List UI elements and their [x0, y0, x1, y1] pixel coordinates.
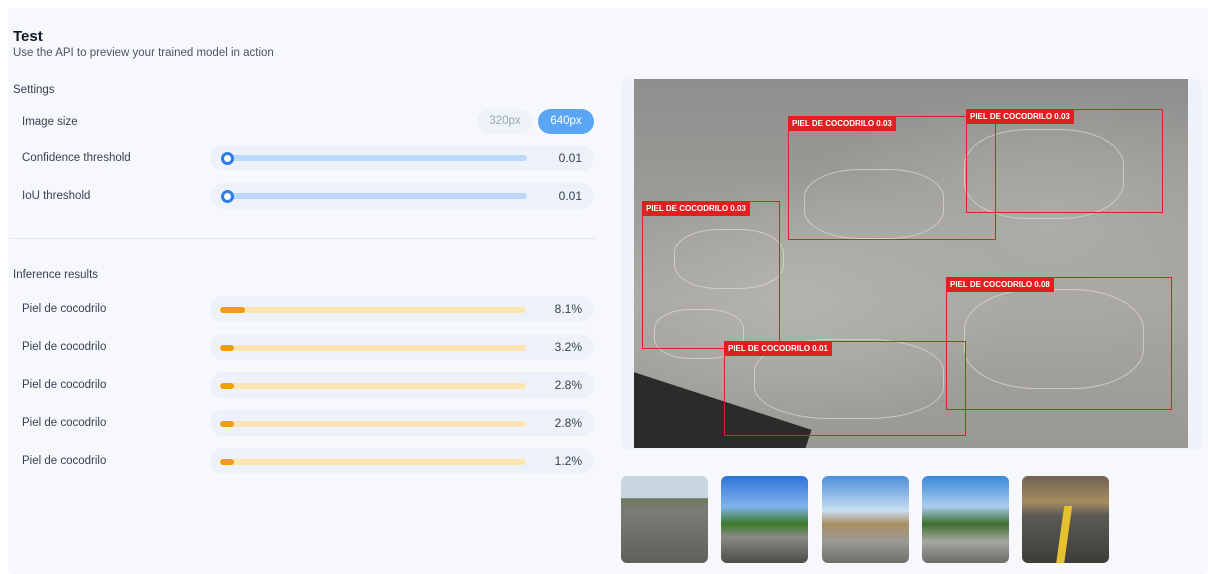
section-divider: [10, 238, 595, 239]
detection-label: PIEL DE COCODRILO 0.08: [946, 277, 1054, 292]
settings-section-label: Settings: [13, 84, 55, 96]
image-size-640-button[interactable]: 640px: [538, 109, 594, 134]
result-bar-fill: [220, 345, 234, 351]
iou-slider-track[interactable]: [227, 193, 527, 199]
result-bar-fill: [220, 421, 234, 427]
detection-box: PIEL DE COCODRILO 0.03: [966, 109, 1163, 213]
iou-slider-thumb[interactable]: [221, 190, 234, 203]
result-bar-fill: [220, 459, 234, 465]
detection-label: PIEL DE COCODRILO 0.03: [966, 109, 1074, 124]
confidence-threshold-slider[interactable]: 0.01: [210, 145, 594, 171]
result-bar-track: [220, 307, 526, 313]
result-bar-fill: [220, 383, 234, 389]
iou-threshold-value: 0.01: [558, 189, 582, 203]
result-row: 2.8%: [210, 372, 594, 398]
result-value: 3.2%: [554, 340, 582, 354]
detection-box: PIEL DE COCODRILO 0.01: [724, 341, 966, 436]
page-title: Test: [13, 28, 43, 45]
result-row: 8.1%: [210, 296, 594, 322]
result-bar-track: [220, 383, 526, 389]
confidence-slider-track[interactable]: [227, 155, 527, 161]
inference-section-label: Inference results: [13, 269, 99, 281]
result-label: Piel de cocodrilo: [22, 455, 107, 467]
result-value: 2.8%: [554, 378, 582, 392]
iou-threshold-label: IoU threshold: [22, 190, 91, 202]
image-size-label: Image size: [22, 116, 78, 128]
result-value: 2.8%: [554, 416, 582, 430]
sample-image-thumbnail[interactable]: [922, 476, 1009, 563]
sample-image-thumbnail[interactable]: [621, 476, 708, 563]
confidence-threshold-label: Confidence threshold: [22, 152, 131, 164]
sample-image-thumbnail[interactable]: [1022, 476, 1109, 563]
result-bar-fill: [220, 307, 245, 313]
page-subtitle: Use the API to preview your trained mode…: [13, 47, 274, 59]
detection-label: PIEL DE COCODRILO 0.01: [724, 341, 832, 356]
preview-image: PIEL DE COCODRILO 0.03 PIEL DE COCODRILO…: [634, 79, 1188, 448]
detection-box: PIEL DE COCODRILO 0.08: [946, 277, 1172, 410]
detection-label: PIEL DE COCODRILO 0.03: [788, 116, 896, 131]
iou-threshold-slider[interactable]: 0.01: [210, 183, 594, 209]
result-label: Piel de cocodrilo: [22, 303, 107, 315]
result-row: 2.8%: [210, 410, 594, 436]
result-label: Piel de cocodrilo: [22, 341, 107, 353]
sample-image-thumbnail[interactable]: [721, 476, 808, 563]
result-bar-track: [220, 345, 526, 351]
image-size-320-button[interactable]: 320px: [477, 109, 533, 134]
detection-box: PIEL DE COCODRILO 0.03: [642, 201, 780, 349]
result-bar-track: [220, 421, 526, 427]
confidence-slider-thumb[interactable]: [221, 152, 234, 165]
result-bar-track: [220, 459, 526, 465]
result-value: 8.1%: [554, 302, 582, 316]
detection-box: PIEL DE COCODRILO 0.03: [788, 116, 996, 240]
confidence-threshold-value: 0.01: [558, 151, 582, 165]
detection-label: PIEL DE COCODRILO 0.03: [642, 201, 750, 216]
result-value: 1.2%: [554, 454, 582, 468]
result-row: 1.2%: [210, 448, 594, 474]
result-row: 3.2%: [210, 334, 594, 360]
result-label: Piel de cocodrilo: [22, 417, 107, 429]
result-label: Piel de cocodrilo: [22, 379, 107, 391]
sample-image-thumbnail[interactable]: [822, 476, 909, 563]
